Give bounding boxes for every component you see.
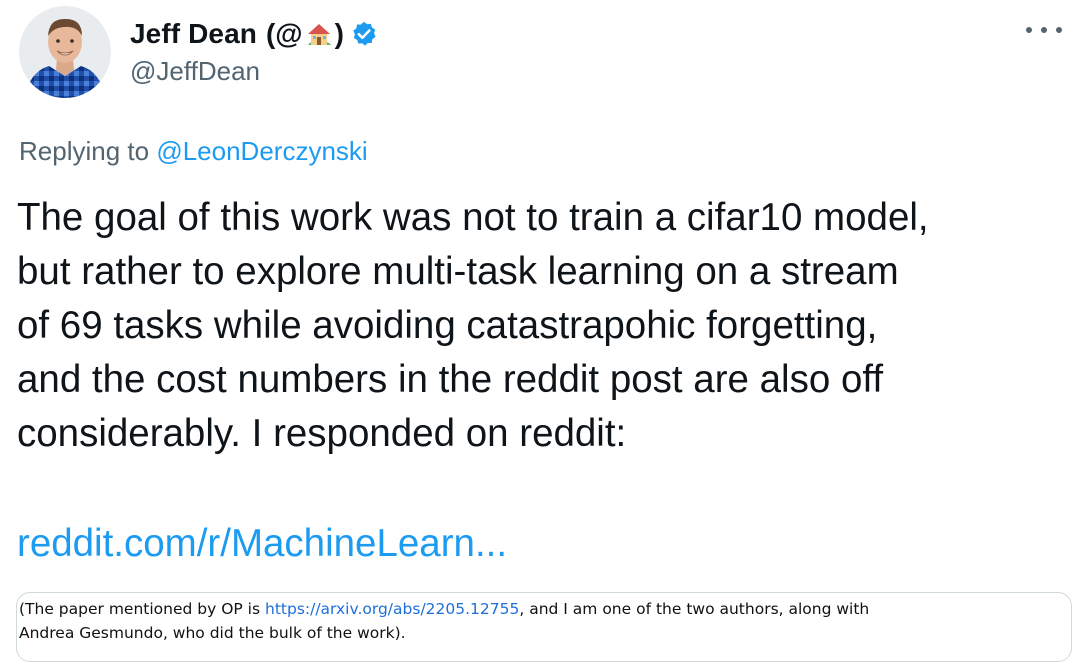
card-text-after: , and I am one of the two authors, along… — [519, 600, 870, 618]
verified-badge-icon — [350, 20, 378, 48]
replying-to-label: Replying to — [19, 136, 157, 166]
more-options-button[interactable] — [1026, 18, 1062, 42]
tweet-link[interactable]: reddit.com/r/MachineLearn... — [17, 517, 507, 571]
author-name-row[interactable]: Jeff Dean (@ ) — [130, 16, 378, 52]
more-options-icon-dot — [1056, 27, 1062, 33]
avatar-photo — [19, 6, 111, 98]
name-close-paren: ) — [334, 18, 344, 49]
author-handle[interactable]: @JeffDean — [130, 56, 260, 87]
card-text-line2: Andrea Gesmundo, who did the bulk of the… — [19, 624, 406, 642]
more-options-icon-dot — [1041, 27, 1047, 33]
avatar[interactable] — [19, 6, 111, 98]
display-name[interactable]: Jeff Dean — [130, 18, 257, 50]
reply-to-link[interactable]: @LeonDerczynski — [156, 136, 367, 166]
more-options-icon — [1026, 27, 1032, 33]
tweet: Jeff Dean (@ ) @JeffDean Replying to @Le… — [0, 0, 1080, 662]
replying-to: Replying to @LeonDerczynski — [19, 136, 368, 167]
card-arxiv-link[interactable]: https://arxiv.org/abs/2205.12755 — [265, 600, 519, 618]
embedded-card-text: (The paper mentioned by OP is https://ar… — [19, 597, 1019, 645]
tweet-text: The goal of this work was not to train a… — [17, 196, 929, 455]
card-text-before: (The paper mentioned by OP is — [19, 600, 265, 618]
name-open-paren: (@ — [265, 18, 303, 49]
house-with-garden-icon — [304, 19, 334, 49]
